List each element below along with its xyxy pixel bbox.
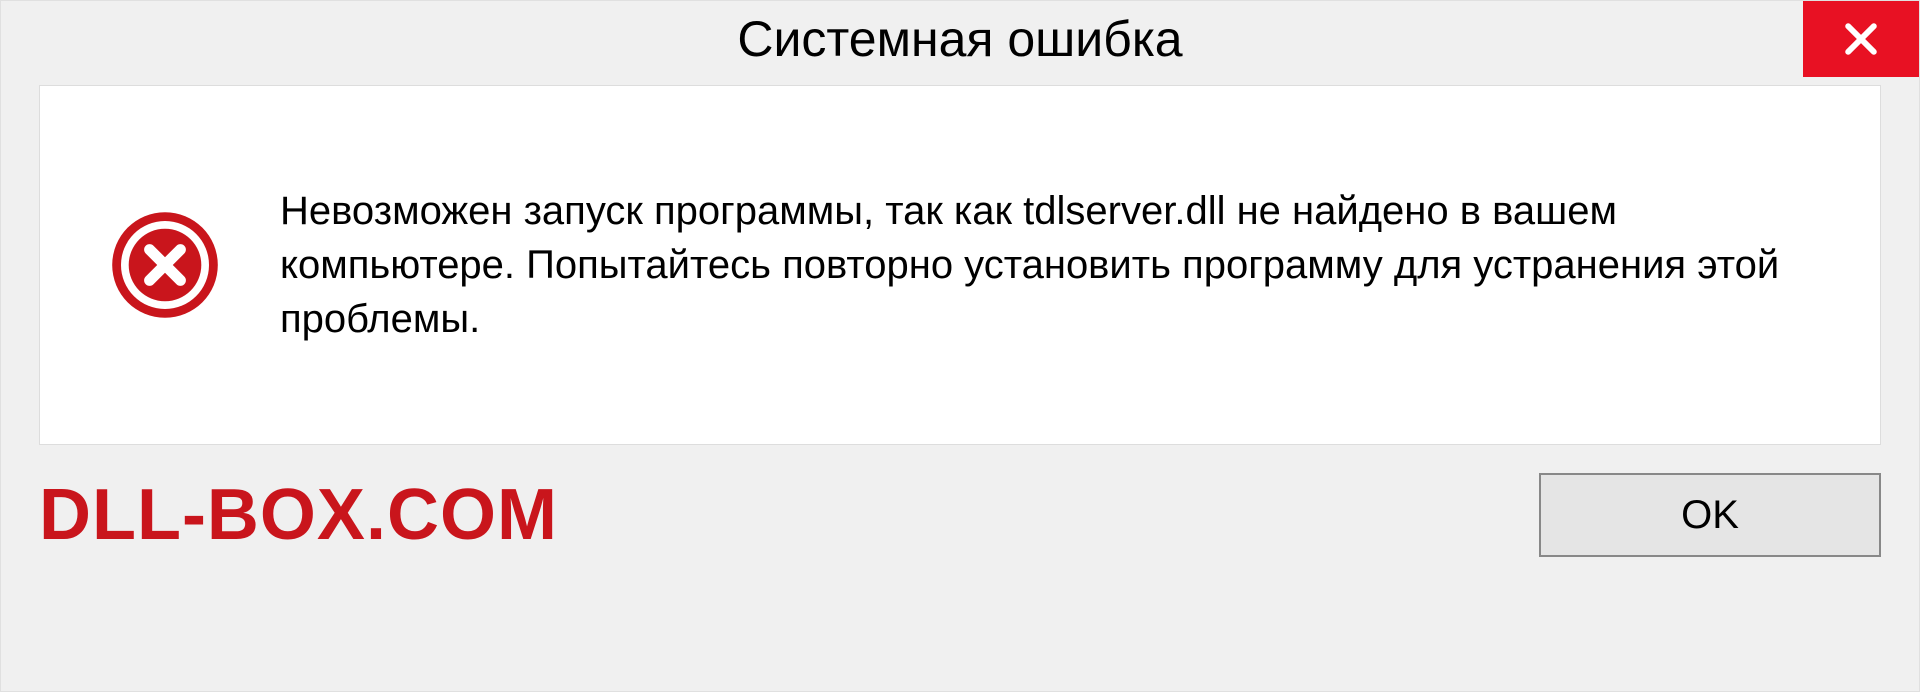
watermark-text: DLL-BOX.COM (39, 474, 558, 556)
content-area: Невозможен запуск программы, так как tdl… (39, 85, 1881, 445)
footer: DLL-BOX.COM OK (1, 445, 1919, 585)
error-icon (110, 210, 220, 320)
dialog-title: Системная ошибка (737, 10, 1182, 68)
error-message: Невозможен запуск программы, так как tdl… (280, 184, 1830, 346)
ok-button[interactable]: OK (1539, 473, 1881, 557)
close-icon (1839, 17, 1883, 61)
error-dialog: Системная ошибка Невозможен запуск прогр… (0, 0, 1920, 692)
titlebar: Системная ошибка (1, 1, 1919, 77)
close-button[interactable] (1803, 1, 1919, 77)
